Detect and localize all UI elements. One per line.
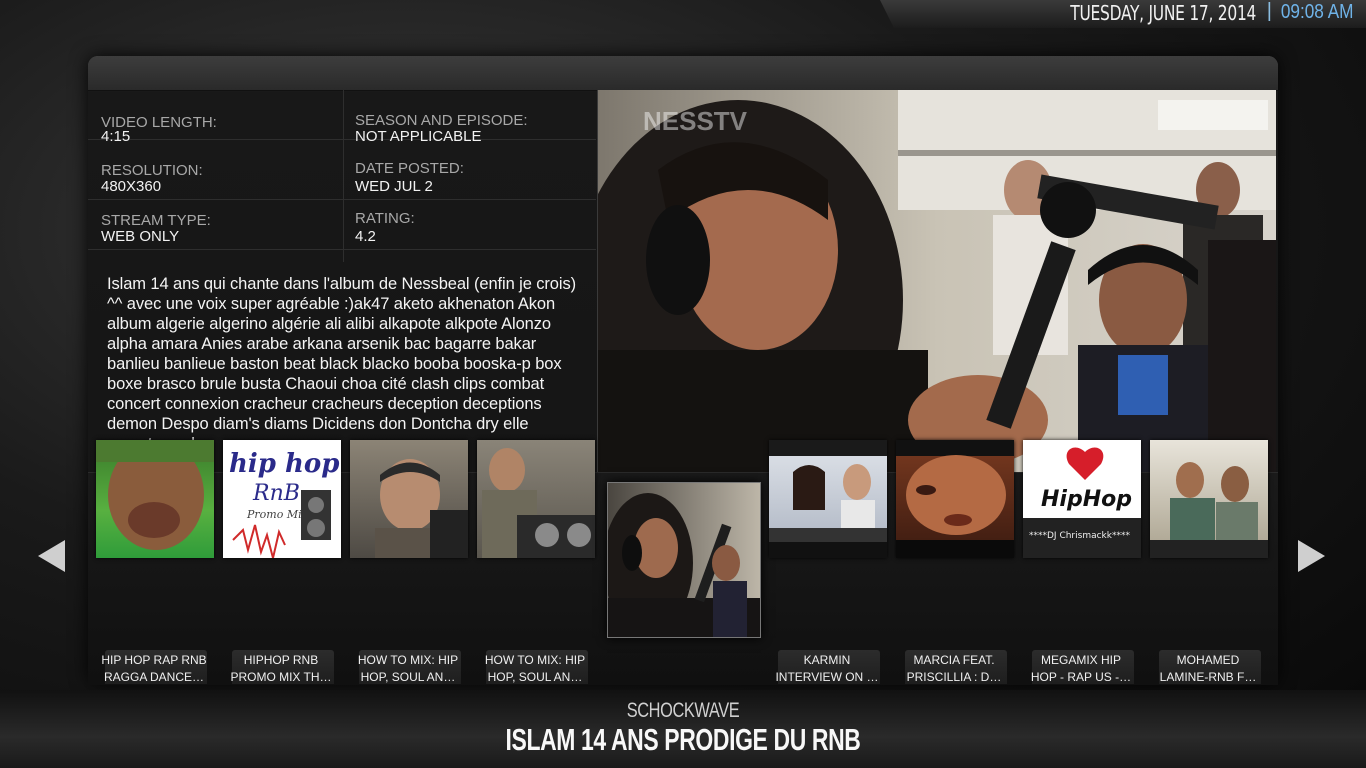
thumbnail-8-label: MEGAMIX HIP HOP - RAP US -…	[1030, 653, 1132, 684]
thumbnail-2-label: HIPHOP RNB PROMO MIX TH…	[230, 653, 332, 684]
resolution-cell: RESOLUTION: 480X360	[88, 150, 342, 200]
thumbnail-9-label: MOHAMED LAMINE-RNB F…	[1159, 653, 1257, 684]
season-cell: SEASON AND EPISODE: NOT APPLICABLE	[342, 90, 596, 145]
svg-text:Promo Mix: Promo Mix	[246, 508, 309, 521]
thumbnail-5-selected[interactable]	[607, 482, 761, 638]
svg-text:****DJ Chrismackk****: ****DJ Chrismackk****	[1029, 531, 1130, 541]
thumbnail-9-image	[1150, 462, 1268, 558]
thumbnail-9[interactable]	[1150, 440, 1268, 558]
thumbnail-4-label: HOW TO MIX: HIP HOP, SOUL AN…	[484, 653, 586, 684]
resolution-label: RESOLUTION:	[101, 162, 203, 179]
scroll-right-arrow-icon[interactable]	[1298, 540, 1325, 572]
thumbnail-3[interactable]	[350, 440, 468, 558]
season-value: NOT APPLICABLE	[355, 128, 482, 145]
clock-bar: TUESDAY, JUNE 17, 2014 | 09:08 AM	[880, 0, 1366, 28]
thumbnail-1[interactable]	[96, 440, 214, 558]
date-posted-cell: DATE POSTED: WED JUL 2	[342, 150, 596, 200]
info-divider	[343, 90, 344, 262]
resolution-value: 480X360	[101, 178, 162, 195]
video-watermark: NESSTV	[643, 106, 748, 136]
rating-label: RATING:	[355, 210, 415, 227]
thumbnail-1-label: HIP HOP RAP RNB RAGGA DANCE…	[101, 653, 207, 684]
stream-type-label: STREAM TYPE:	[101, 212, 211, 229]
thumbnail-3-label: HOW TO MIX: HIP HOP, SOUL AN…	[357, 653, 459, 684]
thumbnail-6-image	[769, 440, 887, 558]
svg-text:hip hop: hip hop	[229, 449, 339, 479]
stream-type-value: WEB ONLY	[101, 228, 180, 245]
stream-type-cell: STREAM TYPE: WEB ONLY	[88, 200, 342, 250]
media-center-screen: TUESDAY, JUNE 17, 2014 | 09:08 AM VIDEO …	[0, 0, 1366, 768]
thumbnail-2[interactable]: hip hop RnB Promo Mix	[223, 440, 341, 558]
season-label: SEASON AND EPISODE:	[355, 112, 528, 129]
info-grid: VIDEO LENGTH: 4:15 SEASON AND EPISODE: N…	[88, 90, 596, 262]
thumbnail-7-label: MARCIA FEAT. PRISCILLIA : D…	[906, 653, 1002, 684]
thumbnail-7[interactable]	[896, 440, 1014, 558]
thumbnail-2-image: hip hop RnB Promo Mix	[229, 449, 339, 558]
thumbnail-3-image	[375, 459, 468, 558]
panel-header	[88, 56, 1278, 91]
thumbnail-5-image	[608, 493, 760, 637]
video-length-cell: VIDEO LENGTH: 4:15	[88, 90, 342, 145]
date-posted-label: DATE POSTED:	[355, 160, 464, 177]
thumbnail-4-image	[482, 448, 595, 558]
rating-value: 4.2	[355, 228, 376, 245]
date-posted-value: WED JUL 2	[355, 178, 433, 195]
clock-date: TUESDAY, JUNE 17, 2014	[1070, 1, 1256, 25]
thumbnail-6-label: KARMIN INTERVIEW ON …	[775, 653, 879, 684]
thumbnail-4[interactable]	[477, 440, 595, 558]
thumbnail-1-image	[96, 440, 214, 550]
thumbnail-8-image: HipHop ****DJ Chrismackk****	[1023, 447, 1141, 558]
thumbnail-8[interactable]: HipHop ****DJ Chrismackk****	[1023, 440, 1141, 558]
clock-time: 09:08 AM	[1281, 1, 1354, 23]
video-description: Islam 14 ans qui chante dans l'album de …	[107, 275, 576, 453]
thumbnail-7-image	[896, 440, 1014, 558]
thumbnail-6[interactable]	[769, 440, 887, 558]
video-frame-image: NESSTV	[598, 90, 1276, 472]
scroll-left-arrow-icon[interactable]	[38, 540, 65, 572]
video-title: ISLAM 14 ANS PRODIGE DU RNB	[505, 722, 861, 757]
channel-name: SCHOCKWAVE	[626, 699, 740, 722]
rating-cell: RATING: 4.2	[342, 200, 596, 250]
video-preview[interactable]: NESSTV	[597, 90, 1276, 472]
svg-text:RnB: RnB	[252, 481, 300, 506]
video-length-value: 4:15	[101, 128, 131, 145]
clock-separator: |	[1266, 0, 1272, 22]
svg-text:HipHop: HipHop	[1041, 487, 1132, 512]
